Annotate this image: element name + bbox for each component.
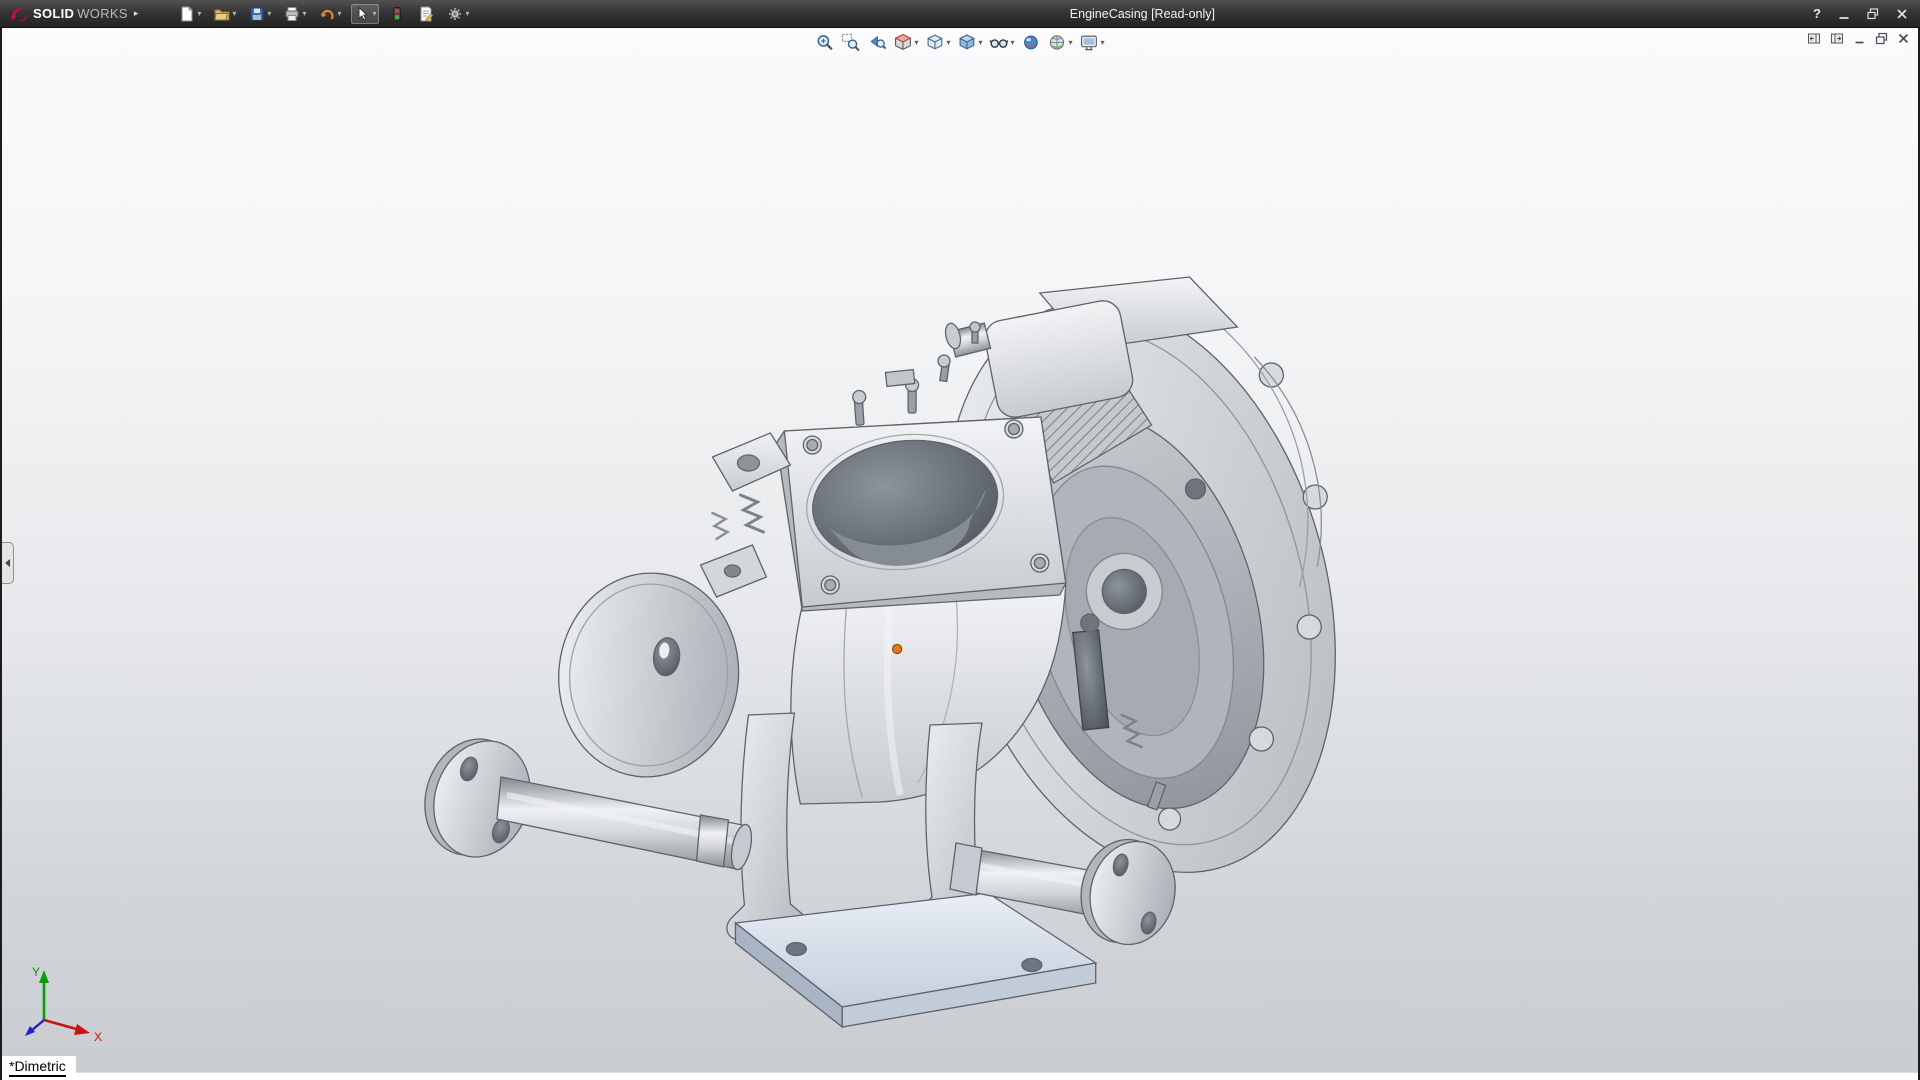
hide-show-items-icon: [990, 33, 1009, 52]
dropdown-arrow-icon[interactable]: ▾: [232, 10, 236, 18]
triad-x-label: X: [94, 1030, 102, 1044]
doc-minimize-icon[interactable]: [1853, 32, 1866, 45]
rebuild-traffic-light-icon: [389, 6, 405, 22]
dropdown-arrow-icon[interactable]: ▾: [946, 39, 950, 47]
collapse-arrow-icon: [5, 559, 10, 567]
solidworks-brand: SOLIDWORKS ▸: [0, 5, 148, 23]
panel-collapse-tab[interactable]: [2, 542, 14, 584]
display-style-icon: [957, 33, 976, 52]
save-icon: [249, 6, 265, 22]
heads-up-view-toolbar: ▾ ▾ ▾: [814, 32, 1105, 53]
document-window-controls: [1807, 32, 1910, 45]
bolt-head: [938, 355, 950, 367]
minimize-button[interactable]: [1838, 8, 1850, 20]
help-button[interactable]: ?: [1813, 6, 1821, 21]
window-controls: ?: [1813, 6, 1920, 21]
pane-toggle-right-icon[interactable]: [1830, 32, 1844, 45]
ds-logo-icon: [8, 5, 30, 23]
doc-restore-icon[interactable]: [1875, 32, 1888, 45]
options-gear-icon: [447, 6, 463, 22]
restore-button[interactable]: [1867, 8, 1879, 20]
quick-access-toolbar: ▾ ▾ ▾: [176, 4, 472, 24]
zoom-fit-icon: [815, 33, 834, 52]
bolt-head: [970, 322, 980, 332]
file-properties-button[interactable]: [415, 4, 437, 24]
dropdown-arrow-icon[interactable]: ▾: [1101, 39, 1105, 47]
dropdown-arrow-icon[interactable]: ▾: [267, 10, 271, 18]
solidworks-window: SOLIDWORKS ▸ ▾ ▾: [0, 0, 1920, 1080]
housing-boss: [1159, 808, 1181, 830]
previous-view-button[interactable]: [866, 32, 887, 53]
view-orientation-button[interactable]: ▾: [924, 32, 951, 53]
hide-show-items-button[interactable]: ▾: [989, 32, 1016, 53]
engine-casing-model[interactable]: [410, 255, 1398, 1027]
select-button[interactable]: ▾: [351, 4, 379, 24]
coordinate-triad: Y X: [18, 958, 110, 1050]
new-document-icon: [179, 6, 195, 22]
edit-appearance-button[interactable]: [1021, 32, 1042, 53]
dropdown-arrow-icon[interactable]: ▾: [465, 10, 469, 18]
graphics-area[interactable]: ▾ ▾ ▾: [2, 27, 1918, 1080]
view-settings-icon: [1080, 33, 1099, 52]
previous-view-icon: [867, 33, 886, 52]
triad-y-label: Y: [32, 965, 40, 979]
section-view-icon: [893, 33, 912, 52]
housing-boss: [1249, 727, 1273, 751]
brand-works: WORKS: [77, 6, 128, 21]
undo-button[interactable]: ▾: [316, 4, 344, 24]
view-orientation-icon: [925, 33, 944, 52]
interior-pin: [1081, 614, 1099, 632]
dropdown-arrow-icon[interactable]: ▾: [302, 10, 306, 18]
dropdown-arrow-icon[interactable]: ▾: [1069, 39, 1073, 47]
view-settings-button[interactable]: ▾: [1079, 32, 1106, 53]
titlebar: SOLIDWORKS ▸ ▾ ▾: [0, 0, 1920, 28]
view-orientation-text: *Dimetric: [9, 1058, 66, 1077]
apply-scene-icon: [1048, 33, 1067, 52]
dropdown-arrow-icon[interactable]: ▾: [978, 39, 982, 47]
zoom-area-icon: [841, 33, 860, 52]
model-canvas[interactable]: [2, 27, 1918, 1080]
selection-point[interactable]: [893, 645, 902, 654]
open-button[interactable]: ▾: [211, 4, 239, 24]
interior-hole: [1186, 479, 1206, 499]
brand-solid: SOLID: [33, 6, 74, 21]
mount-bracket[interactable]: [701, 433, 791, 597]
dropdown-arrow-icon[interactable]: ▾: [337, 10, 341, 18]
pane-toggle-left-icon[interactable]: [1807, 32, 1821, 45]
open-folder-icon: [214, 6, 230, 22]
status-bar: [2, 1072, 1918, 1080]
print-icon: [284, 6, 300, 22]
view-orientation-label: *Dimetric: [2, 1056, 76, 1080]
file-properties-icon: [418, 6, 434, 22]
side-cover-disc[interactable]: [549, 564, 749, 786]
undo-icon: [319, 6, 335, 22]
print-button[interactable]: ▾: [281, 4, 309, 24]
rebuild-button[interactable]: [386, 4, 408, 24]
zoom-fit-button[interactable]: [814, 32, 835, 53]
select-cursor-icon: [354, 6, 370, 22]
dropdown-arrow-icon[interactable]: ▾: [197, 10, 201, 18]
y-axis-arrow: [39, 970, 49, 983]
display-style-button[interactable]: ▾: [956, 32, 983, 53]
dropdown-arrow-icon[interactable]: ▾: [914, 39, 918, 47]
dropdown-arrow-icon[interactable]: ▾: [372, 10, 376, 18]
document-title: EngineCasing [Read-only]: [1070, 7, 1215, 21]
apply-scene-button[interactable]: ▾: [1047, 32, 1074, 53]
housing-boss: [1297, 615, 1321, 639]
save-button[interactable]: ▾: [246, 4, 274, 24]
x-axis-arrow: [74, 1024, 90, 1035]
options-button[interactable]: ▾: [444, 4, 472, 24]
edit-appearance-icon: [1022, 33, 1041, 52]
new-document-button[interactable]: ▾: [176, 4, 204, 24]
section-view-button[interactable]: ▾: [892, 32, 919, 53]
close-button[interactable]: [1896, 8, 1908, 20]
menu-expander-icon[interactable]: ▸: [134, 8, 139, 19]
zoom-area-button[interactable]: [840, 32, 861, 53]
dropdown-arrow-icon[interactable]: ▾: [1011, 39, 1015, 47]
doc-close-icon[interactable]: [1897, 32, 1910, 45]
